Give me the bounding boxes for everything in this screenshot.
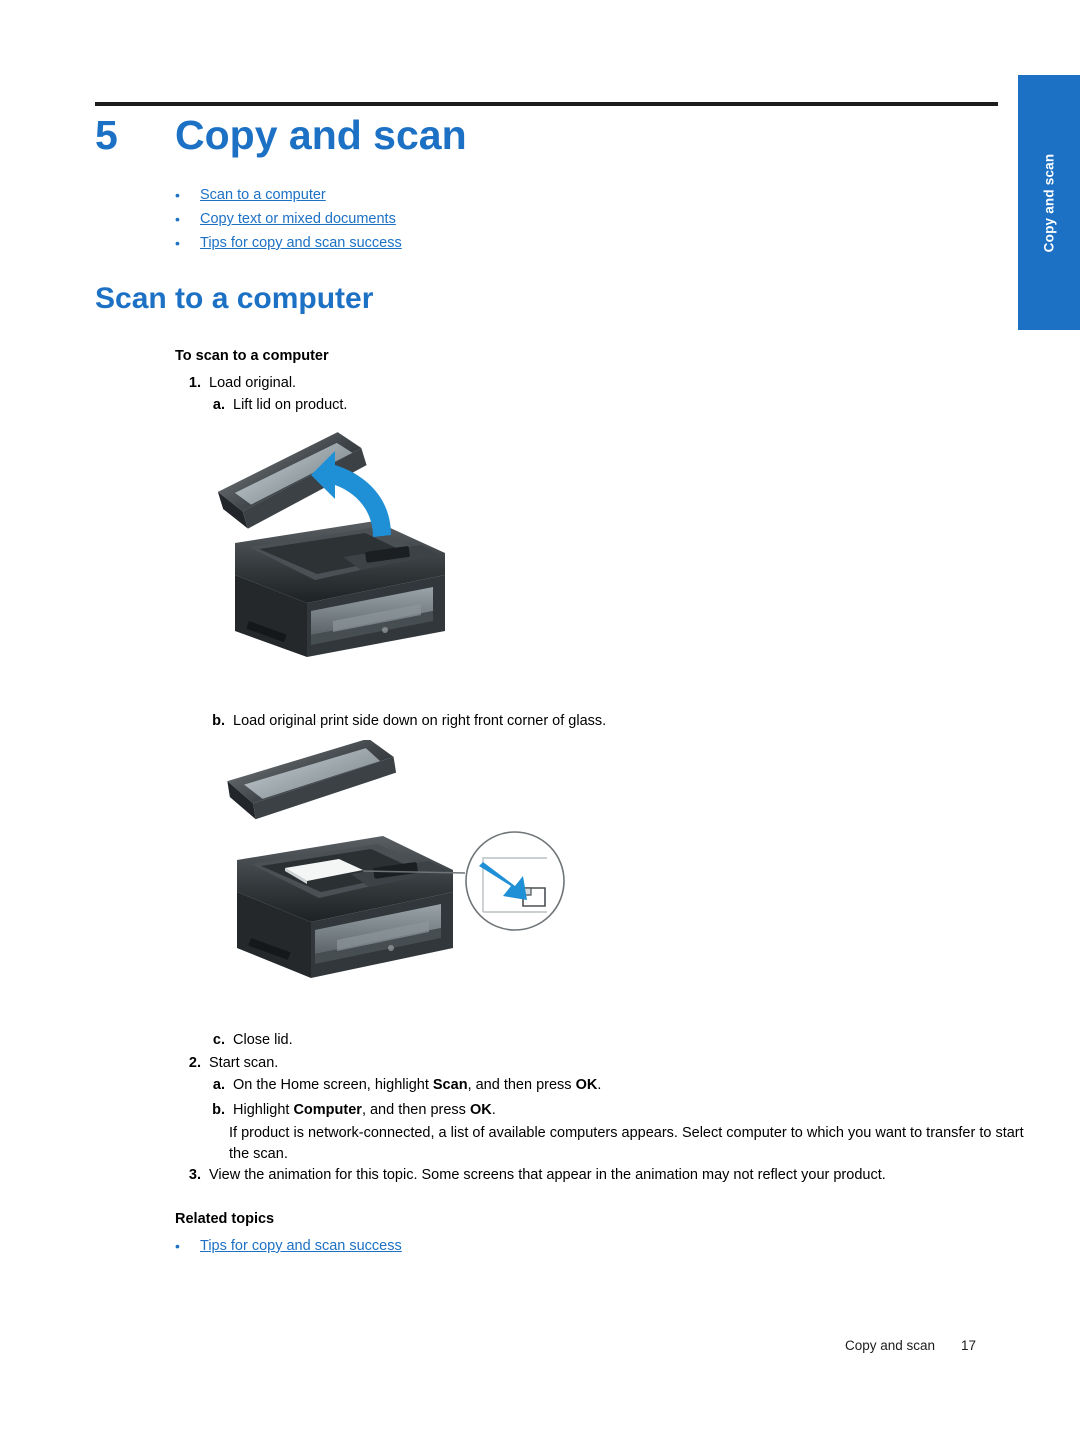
step-text: On the Home screen, highlight Scan, and … xyxy=(233,1075,601,1096)
procedure-substep: a. Lift lid on product. xyxy=(203,395,348,416)
step-marker: c. xyxy=(212,1032,225,1048)
step-text: Lift lid on product. xyxy=(233,397,348,413)
chapter-number: 5 xyxy=(95,112,118,158)
ui-term-ok: OK xyxy=(575,1077,598,1093)
figure-load-original-illustration xyxy=(215,738,585,1005)
procedure-note: If product is network-connected, a list … xyxy=(229,1125,1024,1162)
toc-link-tips-for-copy-and-scan-success[interactable]: Tips for copy and scan success xyxy=(200,231,402,255)
procedure-step: 2. Start scan. xyxy=(175,1053,278,1074)
figure-lift-lid-illustration xyxy=(215,425,475,680)
step-text-part: . xyxy=(597,1077,602,1093)
page-footer: Copy and scan 17 xyxy=(845,1338,1005,1353)
step-text-part: . xyxy=(491,1102,496,1118)
step-marker: b. xyxy=(212,1102,225,1118)
bullet-icon: • xyxy=(175,211,180,227)
step-text: Start scan. xyxy=(209,1055,279,1071)
bullet-icon: • xyxy=(175,235,180,251)
step-text-part: On the Home screen, highlight xyxy=(233,1077,433,1093)
toc-link-copy-text-or-mixed-documents[interactable]: Copy text or mixed documents xyxy=(200,207,396,231)
related-topics-title: Related topics xyxy=(175,1211,275,1227)
step-marker: 2. xyxy=(188,1055,201,1071)
procedure-step: 1. Load original. xyxy=(175,373,296,394)
step-marker: a. xyxy=(212,1077,225,1093)
chapter-side-tab: Copy and scan xyxy=(1018,75,1080,330)
ui-term-computer: Computer xyxy=(293,1102,362,1118)
step-marker: b. xyxy=(212,713,225,729)
step-text-part: , and then press xyxy=(467,1077,576,1093)
related-link-tips-for-copy-and-scan-success[interactable]: Tips for copy and scan success xyxy=(200,1234,402,1258)
list-item[interactable]: • Tips for copy and scan success xyxy=(175,1234,402,1258)
step-marker: 3. xyxy=(188,1167,201,1183)
footer-chapter-name: Copy and scan xyxy=(845,1338,936,1353)
procedure-step: 3. View the animation for this topic. So… xyxy=(175,1165,1005,1186)
toc-link-scan-to-a-computer[interactable]: Scan to a computer xyxy=(200,183,326,207)
bullet-icon: • xyxy=(175,1238,180,1254)
step-text-part: , and then press xyxy=(361,1102,470,1118)
step-text: View the animation for this topic. Some … xyxy=(209,1167,886,1183)
procedure-substep: a. On the Home screen, highlight Scan, a… xyxy=(203,1075,601,1096)
step-text-part: Highlight xyxy=(233,1102,294,1118)
list-item[interactable]: • Scan to a computer xyxy=(175,183,875,207)
ui-term-scan: Scan xyxy=(432,1077,468,1093)
chapter-divider-rule xyxy=(95,102,998,106)
step-marker: a. xyxy=(212,397,225,413)
chapter-toc-list: • Scan to a computer • Copy text or mixe… xyxy=(175,183,875,255)
procedure-substep: b. Load original print side down on righ… xyxy=(203,711,606,732)
list-item[interactable]: • Copy text or mixed documents xyxy=(175,207,875,231)
step-marker: 1. xyxy=(188,375,201,391)
ui-term-ok: OK xyxy=(469,1102,492,1118)
procedure-substep: b. Highlight Computer, and then press OK… xyxy=(203,1100,496,1121)
list-item[interactable]: • Tips for copy and scan success xyxy=(175,231,875,255)
chapter-title: Copy and scan xyxy=(175,112,467,158)
footer-page-number: 17 xyxy=(961,1338,977,1353)
procedure-substep: c. Close lid. xyxy=(203,1030,293,1051)
procedure-title: To scan to a computer xyxy=(175,348,329,364)
step-text: Highlight Computer, and then press OK. xyxy=(233,1100,496,1121)
step-text: Close lid. xyxy=(233,1032,293,1048)
related-topics-list: • Tips for copy and scan success xyxy=(175,1234,402,1258)
chapter-side-tab-label: Copy and scan xyxy=(1041,153,1057,252)
step-text: Load original. xyxy=(209,375,297,391)
bullet-icon: • xyxy=(175,187,180,203)
chapter-heading: 5 Copy and scan xyxy=(95,112,1005,159)
section-title: Scan to a computer xyxy=(95,282,374,315)
step-text: Load original print side down on right f… xyxy=(233,713,607,729)
